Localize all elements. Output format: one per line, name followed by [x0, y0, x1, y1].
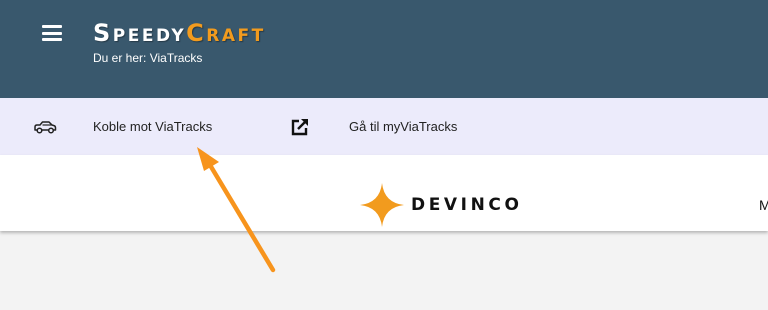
devinco-wordmark: DEVINCO [411, 195, 523, 215]
connect-viatracks-button[interactable]: Koble mot ViaTracks [33, 98, 212, 155]
action-toolbar: Koble mot ViaTracks Gå til myViaTracks [0, 98, 768, 155]
connect-viatracks-label: Koble mot ViaTracks [93, 119, 213, 134]
star-icon [360, 183, 404, 227]
hamburger-menu-icon[interactable] [42, 25, 62, 41]
goto-myviatracks-button[interactable]: Gå til myViaTracks [290, 98, 457, 155]
breadcrumb: Du er her: ViaTracks [93, 51, 203, 65]
car-icon [34, 120, 57, 134]
app-header: SPEEDYCRAFT Du er her: ViaTracks [0, 0, 768, 98]
speedycraft-logo[interactable]: SPEEDYCRAFT [93, 18, 266, 48]
external-link-icon [291, 118, 308, 135]
truncated-menu-text[interactable]: M [759, 197, 768, 213]
brand-bar: DEVINCO M [0, 155, 768, 231]
devinco-logo: DEVINCO [360, 183, 523, 227]
goto-myviatracks-label: Gå til myViaTracks [349, 119, 458, 134]
